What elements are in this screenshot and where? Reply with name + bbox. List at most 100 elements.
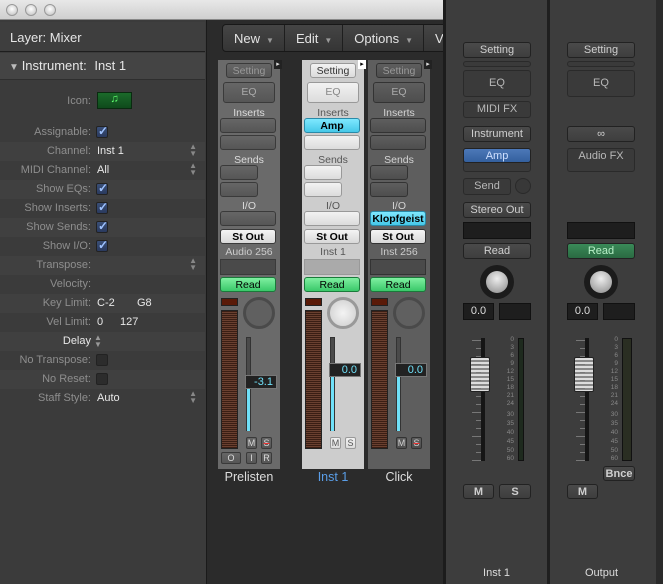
insert-slot[interactable]: [220, 135, 276, 150]
volume-fader[interactable]: 0.0: [395, 363, 427, 378]
setting-button[interactable]: Setting: [310, 63, 356, 78]
minimize-button[interactable]: [25, 4, 37, 16]
setting-button[interactable]: Setting: [226, 63, 272, 78]
solo-button[interactable]: S: [499, 484, 531, 499]
volume-readout[interactable]: 0.0: [463, 303, 494, 320]
output-slot[interactable]: St Out: [220, 229, 276, 244]
send-slot[interactable]: [370, 182, 408, 197]
group-slot[interactable]: [304, 259, 360, 275]
insert-amp[interactable]: Amp: [463, 148, 531, 163]
expand-arrow-icon[interactable]: ▸: [358, 60, 366, 69]
channel-name-field[interactable]: Inst 1: [302, 246, 364, 258]
group-slot[interactable]: [220, 259, 276, 275]
setting-button[interactable]: Setting: [463, 42, 531, 58]
row-value[interactable]: Auto: [97, 392, 120, 404]
channel-name-field[interactable]: Audio 256: [218, 246, 280, 258]
strip-name[interactable]: Prelisten: [216, 470, 282, 484]
checkbox[interactable]: [96, 181, 108, 195]
send-slot[interactable]: [304, 165, 342, 180]
checkbox[interactable]: [96, 238, 108, 252]
input-slot[interactable]: Klopfgeist: [370, 211, 426, 226]
insert-slot[interactable]: Amp: [304, 118, 360, 133]
pan-knob[interactable]: [393, 297, 425, 329]
stepper-icon[interactable]: ▲ ▼: [189, 257, 197, 272]
bounce-button[interactable]: Bnce: [603, 466, 635, 481]
volume-fader[interactable]: [574, 357, 594, 392]
channel-name[interactable]: Inst 1: [446, 567, 547, 579]
output-slot[interactable]: Stereo Out: [463, 202, 531, 218]
pan-knob[interactable]: [327, 297, 359, 329]
output-slot[interactable]: St Out: [304, 229, 360, 244]
peak-indicator[interactable]: [305, 298, 322, 306]
menu-edit[interactable]: Edit ▼: [285, 25, 344, 51]
input-slot[interactable]: [304, 211, 360, 226]
music-note-icon[interactable]: ♫: [97, 92, 132, 109]
mute-button[interactable]: M: [330, 437, 341, 449]
eq-thumbnail[interactable]: EQ: [223, 82, 275, 103]
send-slot[interactable]: Send: [463, 178, 511, 195]
volume-fader[interactable]: -3.1: [245, 375, 277, 390]
stepper-icon[interactable]: ▲ ▼: [189, 162, 197, 177]
instrument-slot[interactable]: Instrument: [463, 126, 531, 142]
output-slot[interactable]: St Out: [370, 229, 426, 244]
expand-arrow-icon[interactable]: ▸: [424, 60, 432, 69]
pan-knob[interactable]: [243, 297, 275, 329]
button-i[interactable]: I: [246, 452, 257, 464]
object-header[interactable]: ▼ Instrument: Inst 1: [0, 53, 205, 80]
audio-fx-slot[interactable]: Audio FX: [567, 148, 635, 172]
send-slot[interactable]: [304, 182, 342, 197]
button-r[interactable]: R: [261, 452, 272, 464]
row-value[interactable]: All: [97, 164, 109, 176]
checkbox[interactable]: [96, 373, 108, 385]
automation-mode[interactable]: Read: [370, 277, 426, 292]
checkbox[interactable]: [96, 219, 108, 233]
solo-button[interactable]: S: [345, 437, 356, 449]
mixer-strip[interactable]: Setting ▸ EQ Inserts Sends I/O Klopfgeist St Ou…: [368, 60, 432, 469]
group-slot[interactable]: [463, 222, 531, 239]
zoom-button[interactable]: [44, 4, 56, 16]
strip-name[interactable]: Inst 1: [300, 470, 366, 484]
automation-mode[interactable]: Read: [220, 277, 276, 292]
send-slot[interactable]: [220, 182, 258, 197]
insert-slot[interactable]: [220, 118, 276, 133]
volume-readout[interactable]: 0.0: [567, 303, 598, 320]
insert-slot[interactable]: [370, 118, 426, 133]
row-value-2[interactable]: 127: [120, 316, 138, 328]
group-slot[interactable]: [370, 259, 426, 275]
eq-thumbnail[interactable]: EQ: [373, 82, 425, 103]
strip-name[interactable]: Click: [366, 470, 432, 484]
mixer-strip[interactable]: Setting ▸ EQ Inserts Amp Sends I/O St Out Inst 1…: [302, 60, 366, 469]
input-slot[interactable]: [220, 211, 276, 226]
automation-mode[interactable]: Read: [304, 277, 360, 292]
pan-knob[interactable]: [480, 265, 514, 299]
stepper-icon[interactable]: ▲ ▼: [189, 143, 197, 158]
eq-thumbnail[interactable]: EQ: [567, 70, 635, 97]
insert-slot[interactable]: [370, 135, 426, 150]
menu-options[interactable]: Options ▼: [343, 25, 424, 51]
volume-fader[interactable]: [470, 357, 490, 392]
close-button[interactable]: [6, 4, 18, 16]
row-value[interactable]: C-2: [97, 297, 115, 309]
send-slot[interactable]: [370, 165, 408, 180]
stepper-icon[interactable]: ▲ ▼: [189, 390, 197, 405]
peak-indicator[interactable]: [221, 298, 238, 306]
mute-button[interactable]: M: [567, 484, 598, 499]
mixer-strip[interactable]: Setting ▸ EQ Inserts Sends I/O St Out Audio 256…: [218, 60, 282, 469]
insert-slot[interactable]: [304, 135, 360, 150]
solo-button[interactable]: S: [261, 437, 272, 449]
channel-name-field[interactable]: Inst 256: [368, 246, 430, 258]
pan-knob[interactable]: [584, 265, 618, 299]
automation-mode[interactable]: Read: [567, 243, 635, 259]
row-value[interactable]: 0: [97, 316, 103, 328]
midi-fx-slot[interactable]: MIDI FX: [463, 101, 531, 118]
row-value-2[interactable]: G8: [137, 297, 152, 309]
setting-button[interactable]: Setting: [567, 42, 635, 58]
disclosure-triangle-icon[interactable]: ▼: [9, 62, 22, 73]
row-value[interactable]: Inst 1: [97, 145, 124, 157]
expand-arrow-icon[interactable]: ▸: [274, 60, 282, 69]
link-icon[interactable]: ∞: [567, 126, 635, 142]
eq-thumbnail[interactable]: EQ: [307, 82, 359, 103]
stepper-icon[interactable]: ▲ ▼: [94, 334, 102, 349]
delay-popup[interactable]: Delay: [47, 335, 91, 347]
mute-button[interactable]: M: [396, 437, 407, 449]
